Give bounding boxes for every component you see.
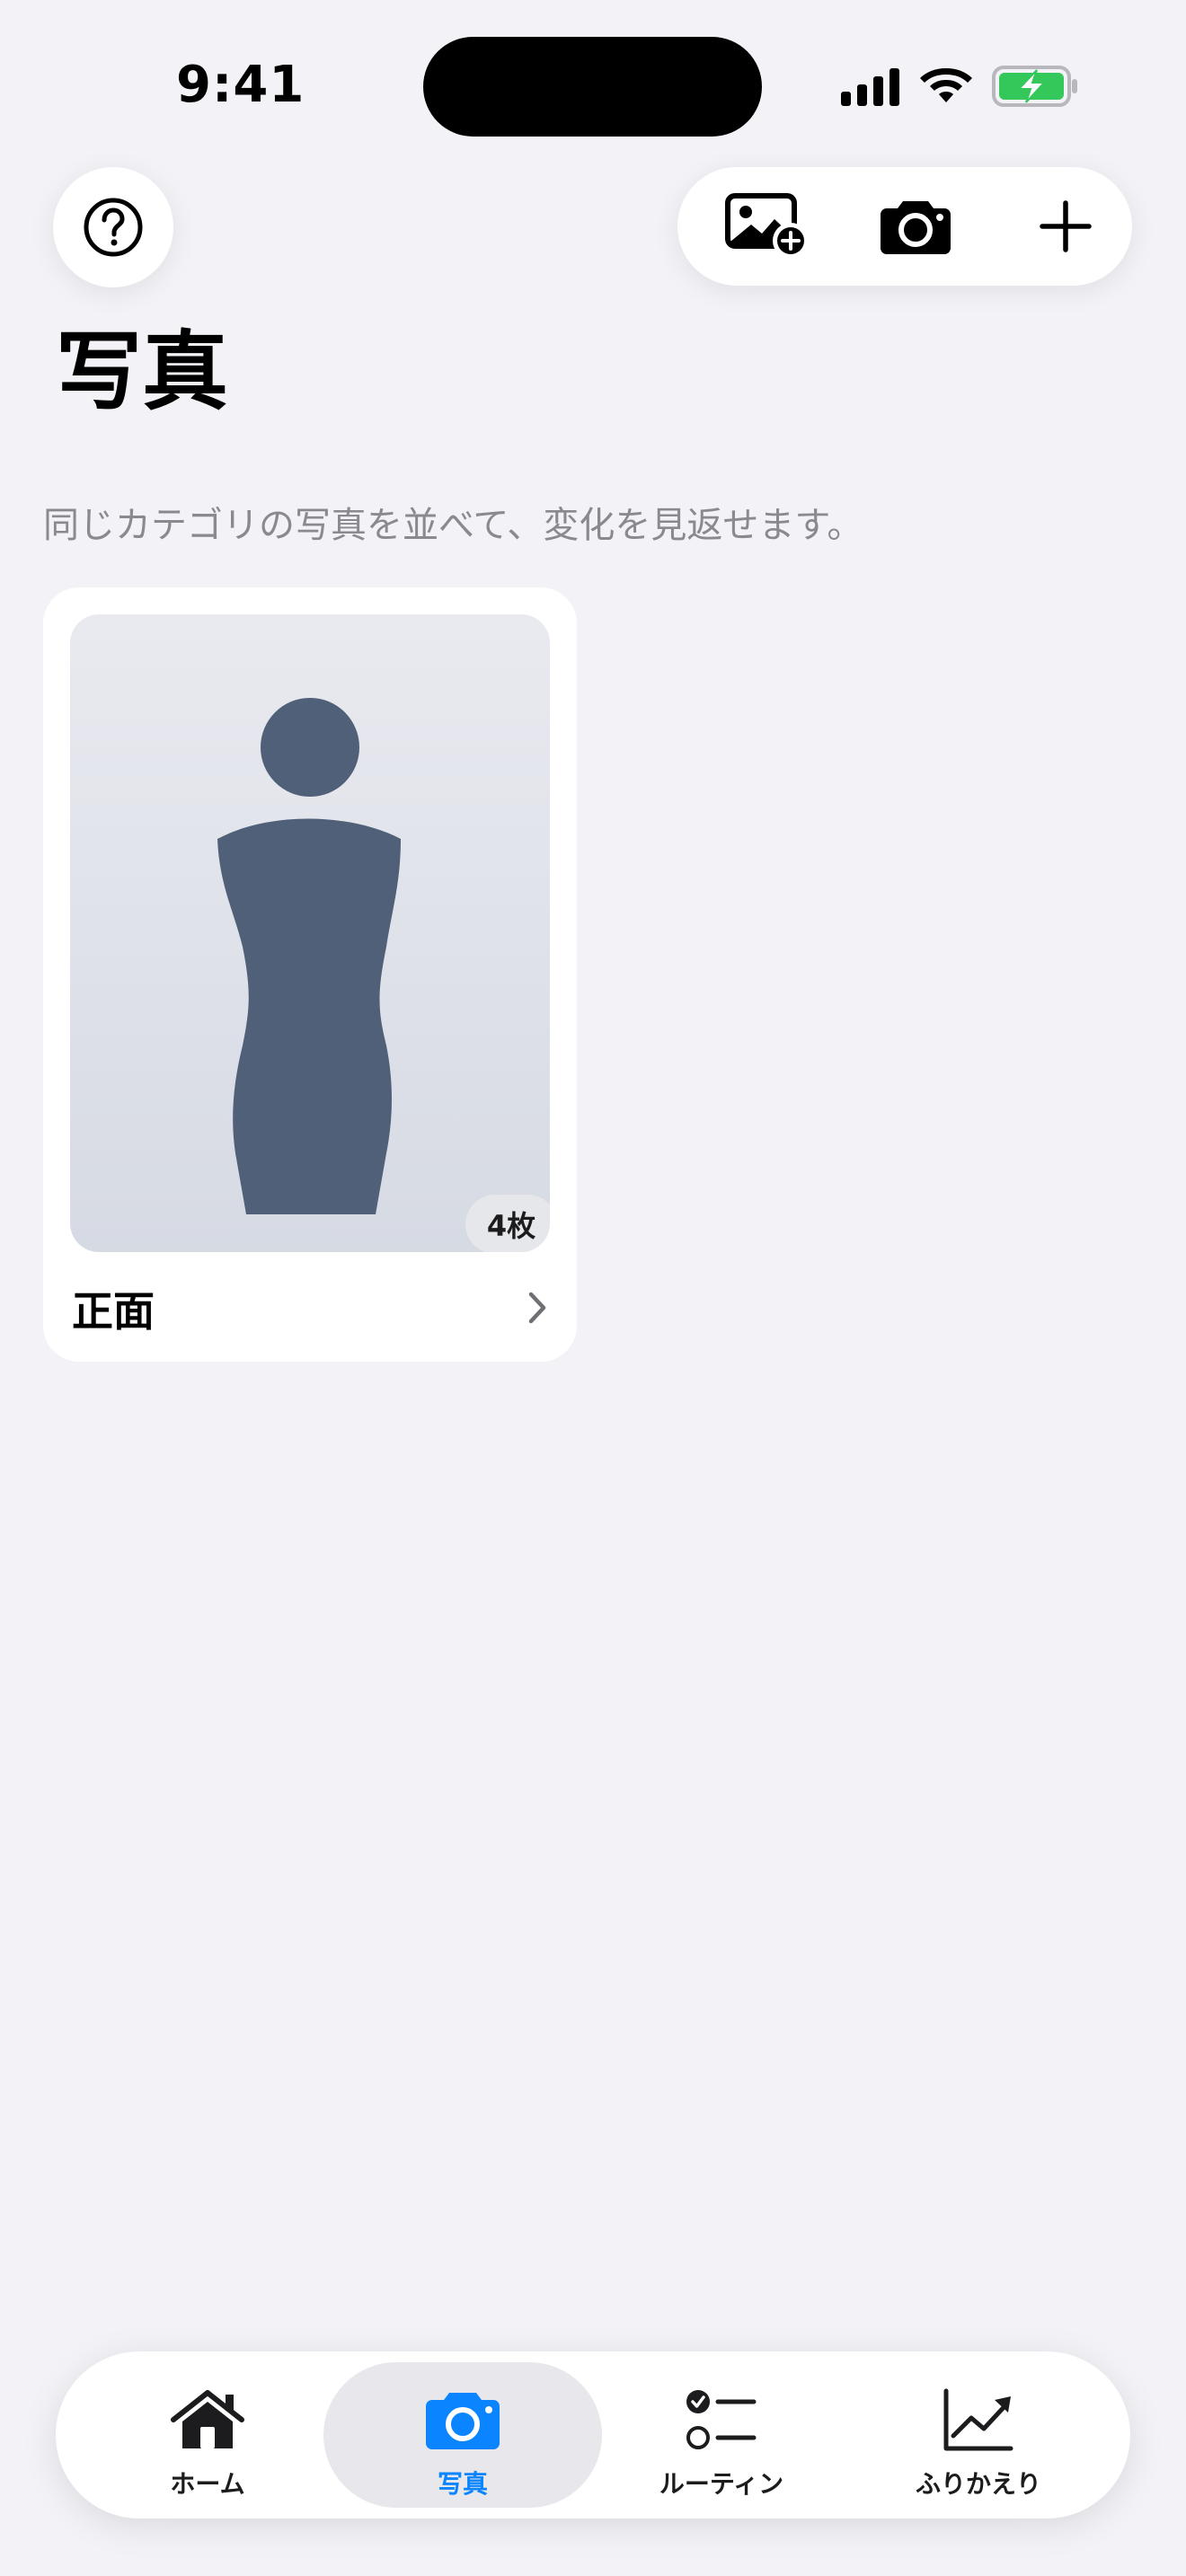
status-bar: 9:41 [0, 0, 1186, 162]
tab-home[interactable]: ホーム [68, 2362, 347, 2508]
add-button[interactable] [1003, 167, 1128, 286]
cellular-signal-icon [841, 68, 899, 106]
tab-photos[interactable]: 写真 [323, 2362, 602, 2508]
camera-icon [881, 201, 951, 254]
battery-charging-icon [992, 66, 1077, 107]
tab-label-home: ホーム [170, 2469, 245, 2499]
tab-review[interactable]: ふりかえり [839, 2362, 1118, 2508]
camera-button[interactable] [853, 167, 978, 286]
tab-label-routine: ルーティン [659, 2469, 784, 2499]
category-card[interactable]: 4枚 正面 [43, 587, 577, 1362]
category-thumbnail: 4枚 [70, 614, 550, 1252]
plus-icon [1040, 200, 1092, 252]
toolbar-pill [677, 167, 1132, 286]
chevron-right-icon [528, 1292, 546, 1324]
chart-line-uptrend-icon [943, 2388, 1013, 2451]
photo-badge-plus-icon [725, 193, 809, 259]
wifi-icon [920, 68, 972, 102]
page-title: 写真 [56, 322, 228, 422]
question-circle-icon [84, 198, 143, 257]
tab-label-review: ふりかえり [915, 2469, 1041, 2499]
help-button[interactable] [53, 167, 173, 287]
house-icon [171, 2390, 244, 2448]
category-name: 正面 [72, 1287, 155, 1336]
camera-fill-icon [426, 2393, 500, 2449]
checklist-icon [686, 2390, 757, 2449]
body-silhouette-placeholder [217, 698, 401, 1214]
dynamic-island [423, 37, 762, 137]
tab-routine[interactable]: ルーティン [582, 2362, 861, 2508]
tab-label-photos: 写真 [437, 2469, 488, 2499]
page-subtitle: 同じカテゴリの写真を並べて、変化を見返せます。 [43, 505, 863, 546]
add-photo-button[interactable] [704, 167, 830, 286]
tab-bar: ホーム 写真 ルーティン ふりかえり [56, 2351, 1130, 2519]
status-time: 9:41 [176, 56, 305, 114]
photo-count-badge: 4枚 [465, 1195, 550, 1252]
